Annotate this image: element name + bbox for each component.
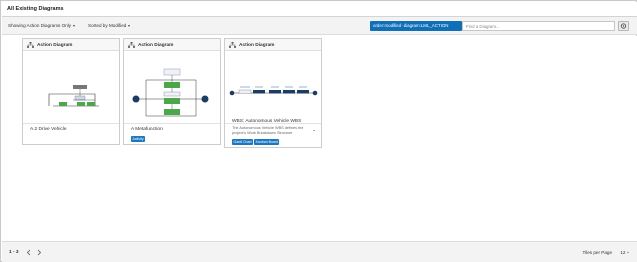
tiles-area: Action Diagram A.2 Drive Vehicle Action … (2, 36, 637, 241)
diagram-icon (27, 42, 34, 48)
diagram-icon (229, 42, 236, 48)
badge-activity[interactable]: Activity (131, 136, 146, 142)
tile-type-label: Action Diagram (37, 42, 73, 48)
badge-kanban-board[interactable]: Kanban Board (254, 139, 280, 145)
tile-header: Action Diagram (225, 39, 321, 51)
diagram-thumbnail (225, 52, 321, 124)
tile-name: A Metafunction (131, 127, 163, 132)
diagram-tile[interactable]: Action Diagram A Metafunction Activity (123, 38, 221, 145)
tile-badges: Gantt Chart Kanban Board (232, 139, 280, 145)
diagrams-panel: All Existing Diagrams Showing Action Dia… (0, 0, 637, 262)
diagram-thumbnail (23, 52, 119, 124)
chevron-down-icon[interactable] (313, 130, 315, 131)
tiles-per-page-value: 12 (620, 250, 626, 255)
tiles-per-page-select[interactable]: 12 (620, 250, 629, 255)
filter-dropdown-label: Showing Action Diagrams Only (8, 23, 72, 28)
tile-name: A.2 Drive Vehicle (30, 127, 67, 132)
active-filter-chip[interactable]: order:modified -diagram:LML_ACTION (370, 21, 462, 31)
tile-type-label: Action Diagram (138, 42, 174, 48)
chevron-right-icon (37, 249, 42, 256)
tile-header: Action Diagram (124, 39, 220, 51)
tile-description: The Autonomous Vehicle WBS defines the p… (232, 126, 304, 135)
tile-type-label: Action Diagram (239, 42, 275, 48)
diagram-icon (128, 42, 135, 48)
sort-dropdown[interactable]: Sorted by Modified (88, 23, 131, 28)
badge-gantt-chart[interactable]: Gantt Chart (232, 139, 254, 145)
tile-header: Action Diagram (23, 39, 119, 51)
search-input[interactable] (462, 21, 615, 31)
tiles-per-page-label: Tiles per Page (582, 250, 612, 255)
pagination-bar: 1 - 3 Tiles per Page 12 (2, 241, 637, 262)
toolbar: Showing Action Diagrams Only Sorted by M… (2, 17, 637, 35)
search-icon (620, 23, 627, 29)
chevron-left-icon (26, 249, 31, 256)
panel-header: All Existing Diagrams (2, 2, 637, 17)
diagram-tile[interactable]: Action Diagram WBS: Autonomous Vehicle W… (224, 38, 322, 148)
prev-page-button[interactable] (25, 248, 33, 257)
search-button[interactable] (618, 21, 629, 31)
chevron-down-icon (128, 24, 131, 27)
page-title: All Existing Diagrams (7, 6, 64, 12)
chevron-down-icon (627, 252, 629, 254)
tile-name: WBS: Autonomous Vehicle WBS (232, 119, 302, 124)
sort-dropdown-label: Sorted by Modified (88, 23, 127, 28)
diagram-thumbnail (124, 52, 220, 124)
next-page-button[interactable] (35, 248, 43, 257)
diagram-tile[interactable]: Action Diagram A.2 Drive Vehicle (22, 38, 120, 145)
result-range: 1 - 3 (9, 250, 19, 255)
tile-badges: Activity (131, 136, 146, 142)
chevron-down-icon (73, 24, 76, 27)
filter-dropdown[interactable]: Showing Action Diagrams Only (8, 23, 76, 28)
